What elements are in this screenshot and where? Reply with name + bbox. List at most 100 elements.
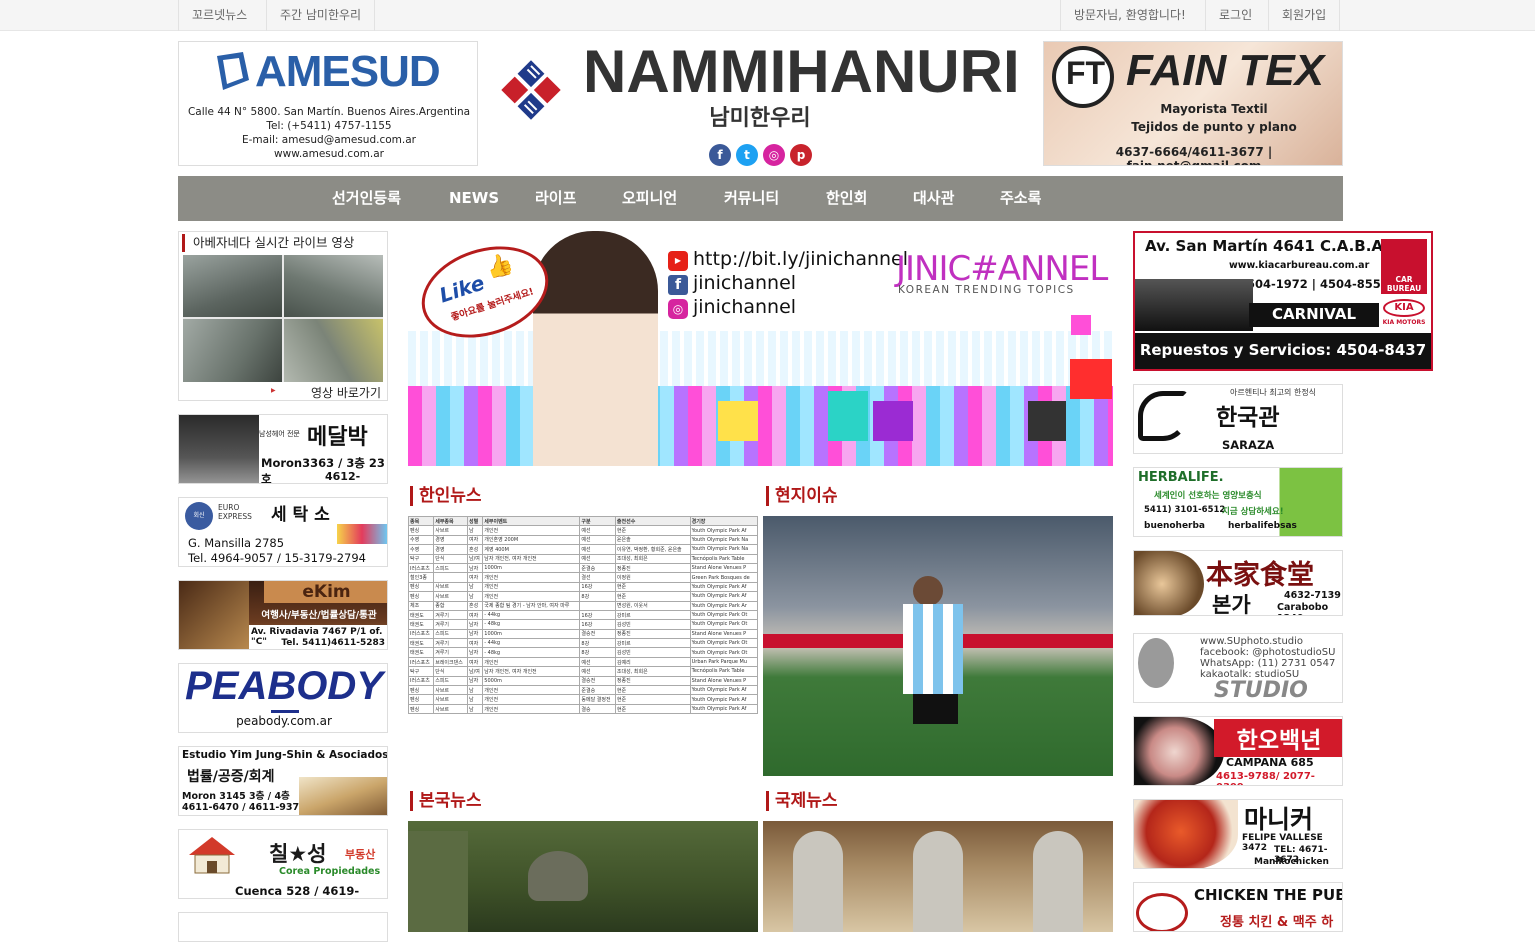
maniker-facebook: Manikochicken: [1254, 857, 1329, 867]
kia-logo-icon: KIA: [1383, 299, 1425, 317]
peabody-ad[interactable]: PEABODY peabody.com.ar: [178, 663, 388, 733]
table-header-cell: 성별: [466, 516, 484, 527]
world-news-thumbnail[interactable]: [763, 821, 1113, 932]
faintex-logo-icon: FT: [1052, 46, 1114, 108]
twitter-icon[interactable]: t: [736, 144, 758, 166]
ekim-title: eKim: [302, 582, 351, 602]
nav-item-directory[interactable]: 주소록: [1000, 176, 1041, 221]
banner-facebook[interactable]: jinichannel: [693, 272, 796, 294]
jinichannel-banner[interactable]: Like 👍 좋아요를 눌러주세요! ▶ http://bit.ly/jinic…: [408, 231, 1113, 466]
site-logo-icon[interactable]: [498, 56, 564, 124]
laundry-ad[interactable]: 회신 EURO EXPRESS 세 탁 소 G. Mansilla 2785 T…: [178, 497, 388, 567]
nav-item-life[interactable]: 라이프: [535, 176, 576, 221]
table-cell: 정종진: [614, 675, 691, 687]
signup-link[interactable]: 회원가입: [1268, 0, 1341, 31]
table-row: I러스포츠 스피드 남자 5000m 결승전 정종진 Stand Alone Venues …: [408, 675, 758, 687]
table-cell: Tecnópolis Park Table: [689, 666, 758, 677]
table-cell: 단식: [433, 666, 468, 677]
faintex-ad[interactable]: FT FAIN TEX Mayorista Textil Tejidos de …: [1043, 41, 1343, 166]
hanobaeknyeon-ad[interactable]: 한오백년 CAMPANA 685 4613-9788/ 2077-0309: [1133, 716, 1343, 786]
table-cell: - 48kg: [482, 619, 581, 630]
amesud-address: Calle 44 N° 5800. San Martín. Buenos Air…: [187, 106, 471, 118]
chicken-pub-ad[interactable]: CHICKEN THE PUB 정통 치킨 & 맥주 하우스: [1133, 882, 1343, 932]
table-cell: 수영: [408, 544, 435, 555]
section-title-home-news[interactable]: 본국뉴스: [410, 791, 482, 811]
pinterest-icon[interactable]: p: [790, 144, 812, 166]
nav-item-opinion[interactable]: 오피니언: [622, 176, 677, 221]
herbalife-phone: 5411) 3101-6512: [1144, 505, 1226, 515]
hankookgwan-ad[interactable]: 아르헨티나 최고의 한정식 한국관 SARAZA 2135/4632-8139: [1133, 384, 1343, 454]
table-cell: 남: [466, 525, 484, 536]
kia-footer: Repuestos y Servicios: 4504-8437: [1139, 341, 1427, 359]
left-ad-partial[interactable]: [178, 912, 388, 942]
table-cell: Green Park Bosques de: [689, 572, 758, 583]
amesud-ad[interactable]: AMESUD Calle 44 N° 5800. San Martín. Bue…: [178, 41, 478, 166]
herbalife-facebook: herbalifebsas: [1228, 521, 1297, 531]
chicken-pub-title: CHICKEN THE PUB: [1194, 886, 1343, 904]
nav-item-voter-registration[interactable]: 선거인등록: [332, 176, 401, 221]
top-link-weekly[interactable]: 주간 남미한우리: [266, 0, 376, 31]
faintex-contact: 4637-6664/4611-3677 | fain.net@gmail.com: [1115, 145, 1273, 166]
bonga-ad[interactable]: 本家食堂 본가 4632-7139 Carabobo 1240: [1133, 550, 1343, 616]
studio-su-facebook: facebook: @photostudioSU: [1200, 647, 1336, 658]
medalpark-ad[interactable]: 남성헤어 전문 메달박 Moron3363 / 3층 23호 4612-0406: [178, 414, 388, 484]
jinichannel-tagline: KOREAN TRENDING TOPICS: [898, 284, 1075, 296]
studio-su-title: STUDIO SU: [1214, 678, 1308, 703]
section-title-world-news[interactable]: 국제뉴스: [766, 791, 838, 811]
table-cell: 16강: [579, 619, 616, 630]
table-header-cell: 세부이벤트: [482, 516, 581, 527]
chilsung-ad[interactable]: 칠★성 부동산 Corea Propiedades Cuenca 528 / 4…: [178, 829, 388, 899]
table-cell: 사브르: [433, 685, 468, 696]
nav-item-community[interactable]: 커뮤니티: [724, 176, 779, 221]
table-row: I러스포츠 스피드 남자 1000m 준결승 정종진 Stand Alone Venues …: [408, 562, 758, 574]
laundry-line2: Tel. 4964-9057 / 15-3179-2794: [188, 551, 366, 565]
table-cell: Stand Alone Venues P: [689, 628, 758, 640]
table-cell: 스피드: [433, 628, 468, 640]
table-cell: 펜싱: [408, 591, 435, 602]
ekim-ad[interactable]: eKim 여행사/부동산/법률상담/통관 Av. Rivadavia 7467 …: [178, 580, 388, 650]
banner-url[interactable]: http://bit.ly/jinichannel: [693, 248, 908, 270]
table-cell: 사브르: [433, 591, 468, 602]
top-link-cornet-news[interactable]: 꼬르넷뉴스: [178, 0, 260, 31]
kia-brand: CAR BUREAU: [1386, 275, 1422, 293]
nav-item-embassy[interactable]: 대사관: [913, 176, 954, 221]
korean-news-thumbnail[interactable]: 종목 세부종목 성별 세부이벤트 구분 출전선수 경기장 펜싱 사브르 남 개인전 예선 현준 Youth…: [408, 516, 758, 776]
player-image: [913, 576, 943, 606]
table-cell: 혼성: [466, 544, 484, 555]
home-news-thumbnail[interactable]: [408, 821, 758, 932]
estudio-yim-ad[interactable]: Estudio Yim Jung-Shin & Asociados 법률/공증/…: [178, 746, 388, 816]
section-title-local-issues[interactable]: 현지이슈: [766, 486, 838, 506]
studio-su-ad[interactable]: www.SUphoto.studio facebook: @photostudi…: [1133, 633, 1343, 703]
section-title-korean-news[interactable]: 한인뉴스: [410, 486, 482, 506]
kia-carbureau-ad[interactable]: Av. San Martín 4641 C.A.B.A www.kiacarbu…: [1133, 231, 1433, 371]
table-cell: 이유연, 박정환, 황희준, 윤은솔: [614, 544, 691, 555]
laundry-title: 세 탁 소: [271, 505, 330, 525]
kia-model: CARNIVAL: [1271, 305, 1357, 323]
table-cell: 철인3종: [408, 572, 435, 583]
nav-item-news[interactable]: NEWS: [449, 176, 499, 221]
top-bar: 꼬르넷뉴스 주간 남미한우리 방문자님, 환영합니다! 로그인 회원가입: [0, 0, 1535, 31]
herbalife-ad[interactable]: HERBALIFE. 세계인이 선호하는 영양보충식 5411) 3101-65…: [1133, 467, 1343, 537]
banner-facebook-icon: f: [668, 275, 688, 295]
instagram-icon[interactable]: ◎: [763, 144, 785, 166]
nav-item-korean-association[interactable]: 한인회: [826, 176, 867, 221]
maniker-ad[interactable]: 마니커 FELIPE VALLESE 3472 TEL: 4671-3672 M…: [1133, 799, 1343, 869]
banner-instagram[interactable]: jinichannel: [693, 296, 796, 318]
bonga-address: Carabobo 1240: [1277, 602, 1329, 615]
table-cell: [433, 572, 468, 583]
site-title[interactable]: NAMMIHANURI: [583, 37, 1020, 106]
table-cell: 결선: [579, 572, 616, 583]
table-row: 수영 경영 여자 개인혼영 200M 예선 윤은솔 Youth Olympic Park N…: [408, 534, 758, 546]
facebook-icon[interactable]: f: [709, 144, 731, 166]
live-video-widget[interactable]: 아베자네다 실시간 라이브 영상 ▶ 영상 바로가기: [178, 231, 388, 401]
login-link[interactable]: 로그인: [1205, 0, 1265, 31]
table-cell: 이정원: [614, 572, 691, 583]
live-video-link[interactable]: 영상 바로가기: [311, 384, 381, 400]
live-video-thumbnail[interactable]: [183, 255, 383, 382]
table-cell: 8강: [579, 591, 616, 602]
local-issues-thumbnail[interactable]: [763, 516, 1113, 776]
table-cell: Youth Olympic Park Na: [689, 534, 758, 546]
table-cell: I러스포츠: [408, 675, 435, 687]
table-cell: 조대성, 최희은: [614, 553, 691, 564]
table-cell: 예선: [579, 666, 616, 677]
